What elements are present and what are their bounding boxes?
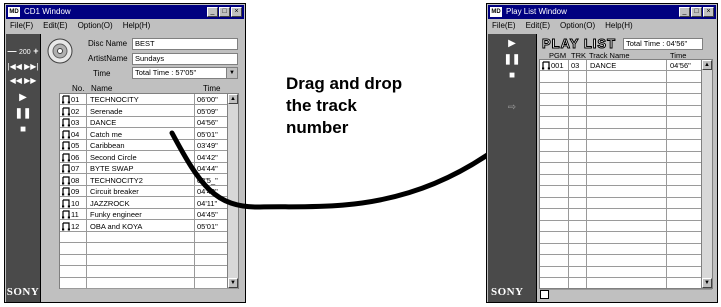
- empty-row: [540, 233, 712, 244]
- menu-edit[interactable]: Edit(E): [526, 19, 550, 33]
- empty-row: [540, 129, 712, 140]
- empty-row: [540, 198, 712, 209]
- playlist-track-time: 04'56": [670, 61, 691, 70]
- playlist-grid[interactable]: 001 03 DANCE 04'56" ▲ ▼: [539, 59, 713, 290]
- empty-row: [540, 164, 712, 175]
- playlist-control-panel: ▶ ❚❚ ■ ⇨ SONY: [488, 34, 537, 302]
- playlist-menubar: File(E) Edit(E) Option(O) Help(H): [488, 19, 716, 33]
- empty-row: [540, 279, 712, 290]
- music-note-icon: [542, 61, 550, 72]
- empty-row: [540, 210, 712, 221]
- close-button[interactable]: ×: [703, 7, 714, 17]
- pgm-number: 001: [551, 61, 564, 70]
- empty-row: [540, 118, 712, 129]
- stop-icon[interactable]: ■: [488, 70, 536, 81]
- menu-option[interactable]: Option(O): [560, 19, 595, 33]
- empty-row: [540, 175, 712, 186]
- md-app-icon: MD: [490, 7, 502, 17]
- playlist-heading: PLAY LIST: [541, 36, 617, 52]
- menu-help[interactable]: Help(H): [605, 19, 633, 33]
- minimize-button[interactable]: _: [679, 7, 690, 17]
- move-icon[interactable]: ⇨: [488, 102, 536, 113]
- window-title: Play List Window: [506, 7, 567, 16]
- empty-row: [540, 106, 712, 117]
- maximize-button[interactable]: □: [691, 7, 702, 17]
- pause-icon[interactable]: ❚❚: [488, 54, 536, 65]
- empty-row: [540, 244, 712, 255]
- scroll-down-icon[interactable]: ▼: [702, 278, 712, 288]
- empty-row: [540, 83, 712, 94]
- empty-row: [540, 152, 712, 163]
- menu-file[interactable]: File(E): [492, 19, 516, 33]
- scroll-up-icon[interactable]: ▲: [702, 60, 712, 70]
- play-icon[interactable]: ▶: [488, 38, 536, 49]
- empty-row: [540, 221, 712, 232]
- playlist-titlebar[interactable]: MD Play List Window _ □ ×: [488, 5, 716, 19]
- playlist-status-icon[interactable]: [540, 290, 549, 299]
- sony-logo: SONY: [491, 286, 524, 298]
- playlist-window: MD Play List Window _ □ × File(E) Edit(E…: [486, 3, 718, 303]
- trk-number: 03: [571, 61, 580, 70]
- playlist-scrollbar[interactable]: ▲ ▼: [701, 60, 712, 288]
- empty-row: [540, 141, 712, 152]
- empty-row: [540, 256, 712, 267]
- empty-row: [540, 267, 712, 278]
- empty-row: [540, 95, 712, 106]
- playlist-track-name: DANCE: [590, 61, 617, 70]
- playlist-total-time: Total Time : 04'56": [623, 38, 703, 50]
- playlist-row[interactable]: 001 03 DANCE 04'56": [540, 60, 712, 71]
- empty-row: [540, 72, 712, 83]
- empty-row: [540, 187, 712, 198]
- window-controls: _ □ ×: [679, 7, 714, 17]
